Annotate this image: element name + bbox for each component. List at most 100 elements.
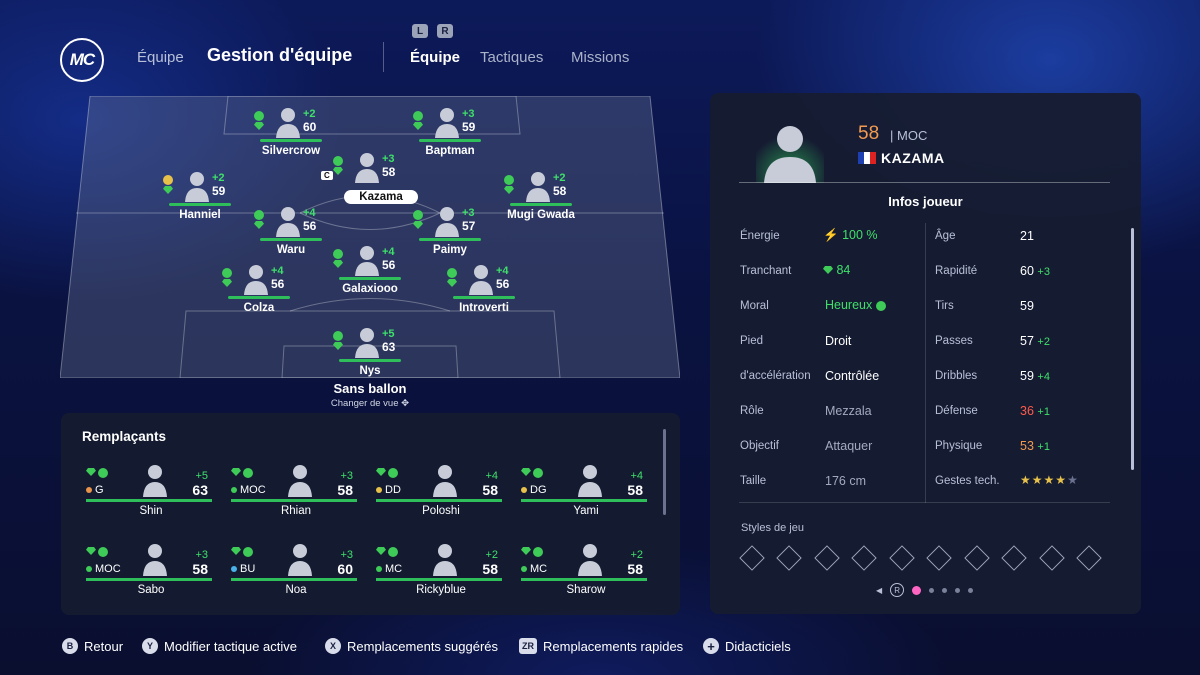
card-scrollbar[interactable]: [1131, 228, 1134, 470]
morale-content-icon: [163, 175, 173, 185]
player-name: Introverti: [459, 302, 509, 314]
pager-dot[interactable]: [955, 587, 961, 593]
playstyle-slot[interactable]: [814, 545, 840, 571]
substitute-card[interactable]: MOC +3 58 Sabo: [86, 542, 212, 606]
sub-name: Sharow: [566, 584, 606, 596]
playstyle-slot[interactable]: [926, 545, 952, 571]
bumper-l-icon[interactable]: L: [412, 24, 428, 38]
player-name: Colza: [243, 302, 275, 314]
player-rating: 58: [858, 123, 880, 144]
playstyle-slot[interactable]: [889, 545, 915, 571]
morale-value: Heureux: [825, 298, 873, 312]
attr-value-passes: 57 +2: [1020, 334, 1050, 348]
substitute-card[interactable]: MC +2 58 Sharow: [521, 542, 647, 606]
sub-position: BU: [240, 563, 256, 575]
attr-value-physique: 53 +1: [1020, 439, 1050, 453]
player-silhouette-icon: [143, 465, 167, 497]
pitch-player-selected[interactable]: C +3 58 Kazama: [321, 151, 418, 213]
player-ovr: 59: [462, 120, 476, 134]
pitch-player[interactable]: +2 59 Hanniel: [155, 170, 245, 232]
sharpness-gem-icon: [254, 122, 264, 130]
sub-delta: +2: [485, 549, 498, 561]
playstyle-slot[interactable]: [1076, 545, 1102, 571]
player-silhouette-icon: [355, 328, 379, 358]
sub-ovr: 58: [337, 482, 353, 498]
substitute-card[interactable]: DG +4 58 Yami: [521, 463, 647, 527]
player-silhouette-icon: [526, 172, 550, 202]
pitch-player-goalkeeper[interactable]: +5 63 Nys: [325, 326, 415, 388]
attr-value-taille: 176 cm: [825, 474, 866, 488]
pager-dot[interactable]: [929, 587, 935, 593]
playstyle-slot[interactable]: [1039, 545, 1065, 571]
change-view-hint[interactable]: Changer de vue ✥: [60, 398, 680, 409]
sharpness-gem-icon: [521, 547, 531, 555]
pitch-player[interactable]: +4 56 Waru: [246, 205, 336, 267]
pitch-player[interactable]: +4 56 Galaxiooo: [325, 244, 415, 306]
sub-name: Yami: [573, 505, 599, 517]
substitute-card[interactable]: DD +4 58 Poloshi: [376, 463, 502, 527]
card-divider-bottom: [739, 502, 1110, 503]
morale-happy-icon: [447, 268, 457, 278]
back-link-equipe[interactable]: Équipe: [137, 49, 184, 66]
footer-action-quick-subs[interactable]: ZR Remplacements rapides: [519, 638, 683, 654]
substitute-card[interactable]: MC +2 58 Rickyblue: [376, 542, 502, 606]
sub-position: MOC: [240, 484, 266, 496]
bumper-r-icon[interactable]: R: [437, 24, 453, 38]
playstyle-slot[interactable]: [776, 545, 802, 571]
energy-bar: [521, 578, 647, 581]
sub-ovr: 58: [627, 561, 643, 577]
star-filled-icon: ★: [1031, 473, 1044, 487]
sharpness-gem-icon: [823, 266, 833, 274]
energy-value: 100 %: [842, 228, 878, 242]
playstyle-slot[interactable]: [851, 545, 877, 571]
player-name: Nys: [359, 365, 381, 377]
pitch-player[interactable]: +3 59 Baptman: [405, 106, 495, 168]
sub-delta: +2: [630, 549, 643, 561]
attr-value-energie: ⚡ 100 %: [823, 228, 878, 243]
substitute-card[interactable]: BU +3 60 Noa: [231, 542, 357, 606]
attr-label-tranchant: Tranchant: [740, 265, 792, 277]
sub-ovr: 58: [192, 561, 208, 577]
pitch-player[interactable]: +2 58 Mugi Gwada: [496, 170, 586, 232]
substitute-card[interactable]: MOC +3 58 Rhian: [231, 463, 357, 527]
footer-action-edit-tactic[interactable]: Y Modifier tactique active: [142, 638, 297, 654]
stat-value: 53: [1020, 439, 1034, 453]
tab-equipe[interactable]: Équipe: [410, 49, 460, 66]
playstyle-slot[interactable]: [739, 545, 765, 571]
morale-happy-icon: [254, 210, 264, 220]
pager-dot[interactable]: [942, 587, 948, 593]
playstyle-slot[interactable]: [964, 545, 990, 571]
player-name: Galaxiooo: [342, 283, 398, 295]
stat-delta: +4: [1037, 371, 1050, 383]
sub-position: G: [95, 484, 104, 496]
substitute-card[interactable]: G +5 63 Shin: [86, 463, 212, 527]
player-silhouette-icon: [288, 544, 312, 576]
pitch-player[interactable]: +3 57 Paimy: [405, 205, 495, 267]
attr-label-taille: Taille: [740, 475, 767, 487]
playstyle-slot[interactable]: [1001, 545, 1027, 571]
pager-dot-active[interactable]: [912, 585, 922, 595]
substitutes-scrollbar[interactable]: [663, 429, 666, 515]
sub-ovr: 58: [482, 561, 498, 577]
card-pager[interactable]: ◀ R: [876, 583, 974, 597]
footer-action-back[interactable]: B Retour: [62, 638, 123, 654]
player-name-selected: Kazama: [344, 190, 418, 204]
pitch-player[interactable]: +4 56 Colza: [214, 263, 304, 325]
star-filled-icon: ★: [1020, 473, 1032, 487]
footer-action-suggested-subs[interactable]: X Remplacements suggérés: [325, 638, 498, 654]
pager-dot[interactable]: [968, 587, 974, 593]
sharpness-gem-icon: [333, 342, 343, 350]
pitch-player[interactable]: +2 60 Silvercrow: [246, 106, 336, 168]
energy-bar: [453, 296, 515, 299]
pitch-player[interactable]: +4 56 Introverti: [439, 263, 529, 325]
sub-delta: +3: [340, 470, 353, 482]
morale-happy-icon: [875, 300, 886, 311]
tab-tactiques[interactable]: Tactiques: [480, 49, 543, 66]
player-ovr: 59: [212, 184, 226, 198]
attr-divider: [925, 223, 926, 503]
tab-missions[interactable]: Missions: [571, 49, 629, 66]
footer-action-tutorials[interactable]: + Didacticiels: [703, 638, 791, 654]
player-silhouette-icon: [185, 172, 209, 202]
energy-bar: [86, 499, 212, 502]
sub-position: MC: [385, 563, 403, 575]
